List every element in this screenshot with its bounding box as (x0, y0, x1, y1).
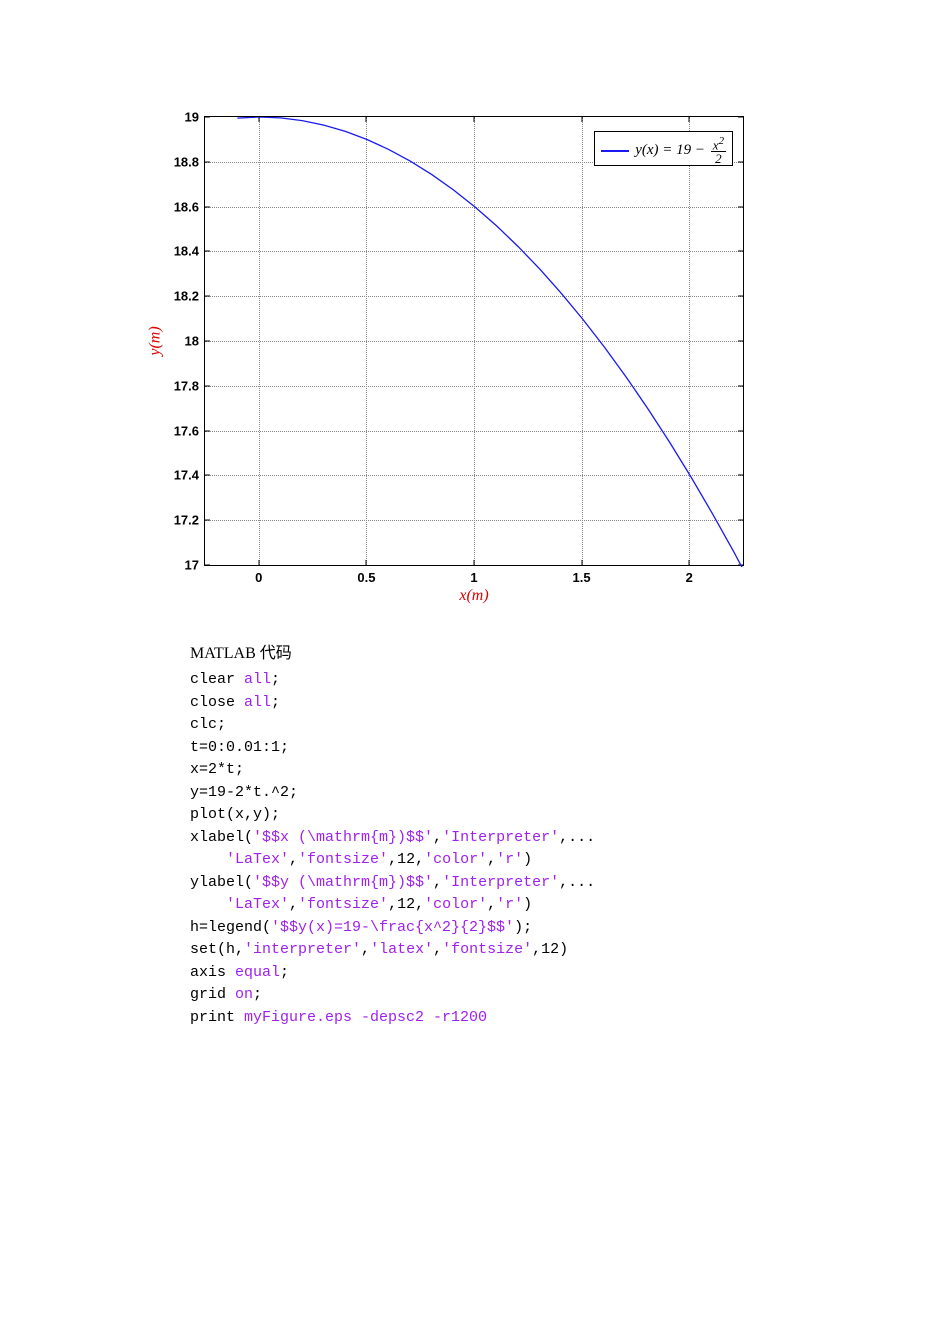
y-tick-label: 17.4 (159, 468, 199, 483)
code-line: y=19-2*t.^2; (190, 782, 945, 805)
y-tick-label: 18.6 (159, 199, 199, 214)
plot-area: 19 18.8 18.6 18.4 18.2 18 17.8 17.6 17.4… (204, 116, 744, 566)
y-tick-label: 17.2 (159, 513, 199, 528)
code-block: MATLAB 代码 clear all; close all; clc; t=0… (190, 642, 945, 1029)
x-tick-label: 1 (470, 570, 477, 585)
legend-line-icon (601, 150, 629, 152)
x-axis-label: x(m) (459, 587, 488, 605)
code-line: axis equal; (190, 962, 945, 985)
code-line: clc; (190, 714, 945, 737)
x-tick-label: 0 (255, 570, 262, 585)
legend-text: y(x) = 19 − x22 (635, 136, 726, 165)
y-axis-label: y(m) (147, 326, 165, 355)
y-tick-label: 19 (159, 110, 199, 125)
chart-figure: 19 18.8 18.6 18.4 18.2 18 17.8 17.6 17.4… (162, 110, 752, 584)
code-line: plot(x,y); (190, 804, 945, 827)
code-line: h=legend('$$y(x)=19-\frac{x^2}{2}$$'); (190, 917, 945, 940)
code-line: 'LaTex','fontsize',12,'color','r') (190, 849, 945, 872)
chart-line (205, 117, 745, 567)
code-line: print myFigure.eps -depsc2 -r1200 (190, 1007, 945, 1030)
code-line: xlabel('$$x (\mathrm{m})$$','Interpreter… (190, 827, 945, 850)
y-tick-label: 17 (159, 558, 199, 573)
code-line: set(h,'interpreter','latex','fontsize',1… (190, 939, 945, 962)
y-tick-label: 18 (159, 334, 199, 349)
code-line: grid on; (190, 984, 945, 1007)
code-line: t=0:0.01:1; (190, 737, 945, 760)
code-title: MATLAB 代码 (190, 642, 945, 666)
y-tick-label: 18.2 (159, 289, 199, 304)
y-tick-label: 17.6 (159, 423, 199, 438)
code-line: close all; (190, 692, 945, 715)
y-tick-label: 18.4 (159, 244, 199, 259)
x-tick-label: 1.5 (573, 570, 591, 585)
x-tick-label: 0.5 (357, 570, 375, 585)
y-tick-label: 17.8 (159, 378, 199, 393)
y-tick-label: 18.8 (159, 154, 199, 169)
x-tick-label: 2 (686, 570, 693, 585)
legend-box: y(x) = 19 − x22 (594, 131, 733, 166)
code-line: x=2*t; (190, 759, 945, 782)
code-line: ylabel('$$y (\mathrm{m})$$','Interpreter… (190, 872, 945, 895)
code-line: clear all; (190, 669, 945, 692)
code-line: 'LaTex','fontsize',12,'color','r') (190, 894, 945, 917)
